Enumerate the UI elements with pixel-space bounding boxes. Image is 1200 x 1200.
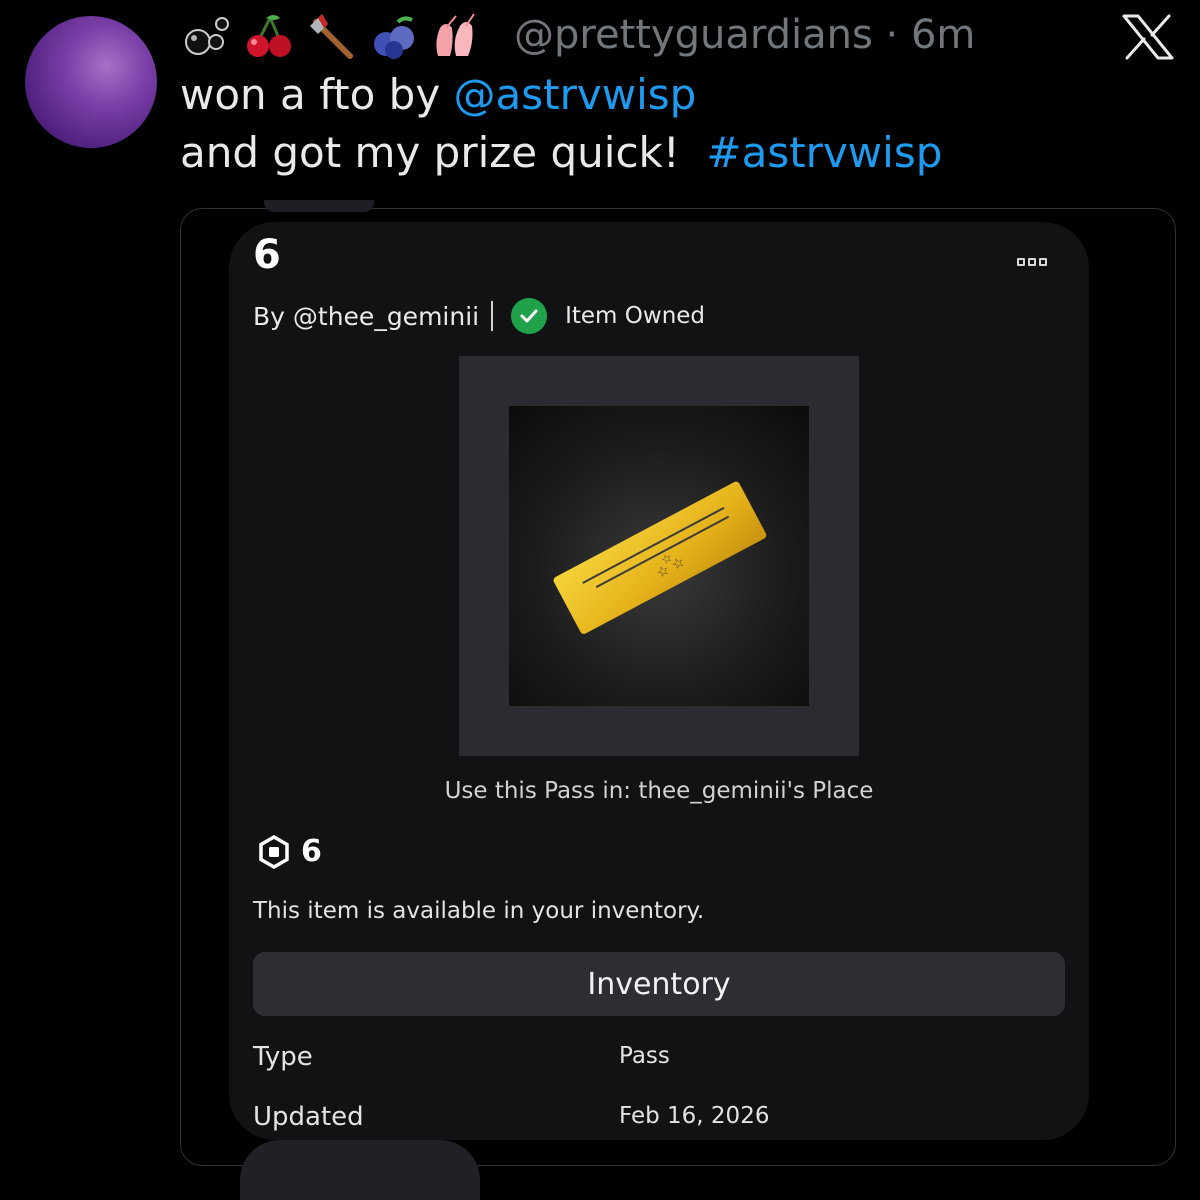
axe-emoji [310, 14, 353, 59]
tweet-timestamp[interactable]: 6m [911, 12, 975, 58]
item-detail-card: 6 By @thee_geminii Item Owned ☆ ☆ ☆ Use … [229, 222, 1089, 1140]
background-ui-fragment [240, 1140, 480, 1200]
checkmark-icon [511, 298, 548, 334]
item-title: 6 [253, 232, 281, 278]
detail-label-updated: Updated [253, 1102, 364, 1132]
background-ui-fragment [264, 200, 374, 212]
price-value: 6 [301, 834, 322, 869]
creator-link[interactable]: @thee_geminii [293, 302, 479, 331]
avatar[interactable] [25, 16, 157, 148]
mention-link[interactable]: @astrvwisp [454, 70, 697, 119]
detail-value-type: Pass [619, 1043, 670, 1069]
price-row: 6 [257, 834, 322, 869]
byline-prefix: By [253, 301, 293, 331]
divider [491, 301, 494, 331]
tweet-meta: @prettyguardians · 6m [514, 12, 975, 58]
detail-value-updated: Feb 16, 2026 [619, 1103, 770, 1129]
time-separator: · [885, 12, 899, 58]
x-logo-icon[interactable] [1122, 14, 1174, 60]
item-thumbnail: ☆ ☆ ☆ [459, 356, 859, 756]
item-owned-label: Item Owned [565, 303, 706, 329]
ticket-icon: ☆ ☆ ☆ [553, 481, 767, 634]
thumbnail-image: ☆ ☆ ☆ [509, 406, 809, 706]
tweet-text: won a fto by [180, 70, 454, 119]
robux-icon [259, 834, 289, 869]
cherries-emoji [247, 15, 291, 57]
ballet-shoes-emoji [436, 13, 475, 56]
item-byline: By @thee_geminii Item Owned [253, 298, 705, 334]
tweet-text: and got my prize quick! [180, 128, 707, 177]
tweet-text-line-2: and got my prize quick! #astrvwisp [180, 128, 942, 177]
display-name-emojis [182, 10, 482, 62]
blueberries-emoji [374, 16, 414, 59]
detail-label-type: Type [253, 1042, 313, 1072]
bubbles-emoji [185, 17, 229, 55]
inventory-button[interactable]: Inventory [253, 952, 1065, 1016]
use-pass-text: Use this Pass in: thee_geminii's Place [444, 778, 874, 804]
more-options-icon[interactable] [1017, 258, 1047, 266]
tweet-text-line-1: won a fto by @astrvwisp [180, 70, 696, 119]
availability-text: This item is available in your inventory… [253, 898, 705, 924]
author-handle[interactable]: @prettyguardians [514, 12, 873, 58]
hashtag-link[interactable]: #astrvwisp [706, 128, 942, 177]
